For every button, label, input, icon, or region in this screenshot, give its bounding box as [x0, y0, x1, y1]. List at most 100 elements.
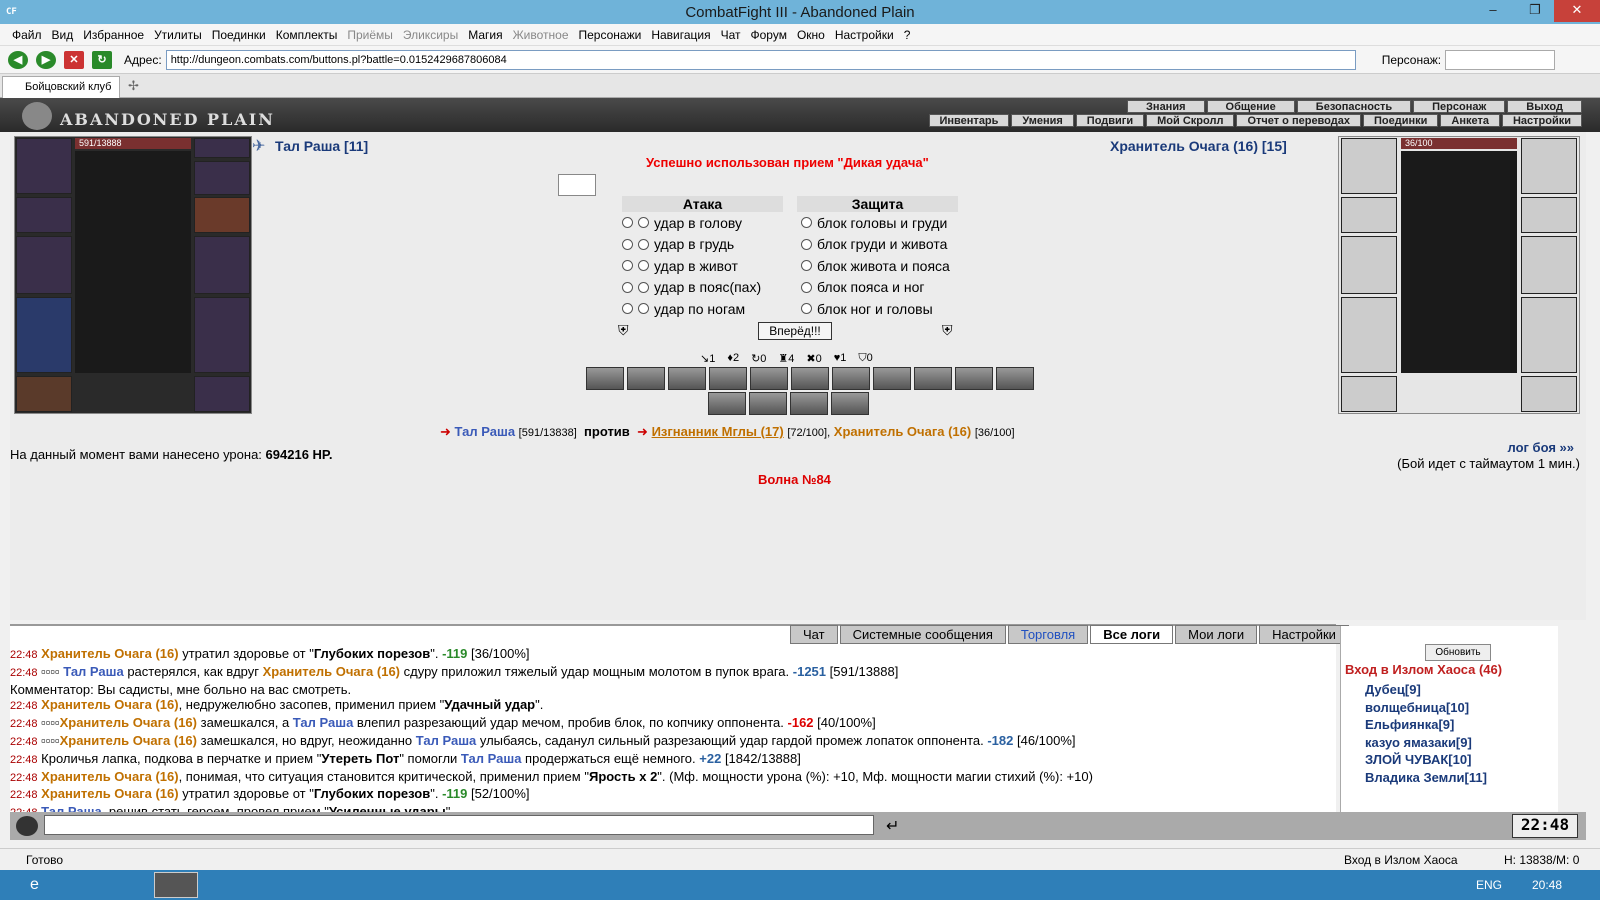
helmet-slot[interactable] — [16, 138, 72, 194]
menu-item[interactable]: Магия — [468, 28, 502, 42]
room-player[interactable]: казуо ямазаки[9] — [1365, 735, 1472, 750]
refresh-icon[interactable]: ↻ — [92, 50, 112, 69]
gloves-slot[interactable] — [194, 197, 250, 233]
trick-icon[interactable] — [791, 367, 829, 390]
menu-item[interactable]: Вид — [52, 28, 74, 42]
menu-item[interactable]: Приёмы — [347, 28, 393, 42]
armor-slot[interactable] — [16, 297, 72, 373]
close-button[interactable]: ✕ — [1554, 0, 1600, 22]
menu-item[interactable]: Настройки — [835, 28, 894, 42]
attack-radio[interactable] — [622, 281, 633, 293]
minimize-button[interactable]: – — [1478, 0, 1508, 22]
bottom-link[interactable]: Поединки — [1362, 114, 1439, 127]
attack-radio[interactable] — [638, 281, 649, 293]
menu-item[interactable]: Избранное — [83, 28, 144, 42]
chat-tab[interactable]: Чат — [790, 625, 838, 644]
trick-icon[interactable] — [708, 392, 746, 415]
bracer-slot[interactable] — [16, 197, 72, 233]
trick-icon[interactable] — [668, 367, 706, 390]
chat-tab[interactable]: Все логи — [1090, 625, 1174, 644]
block-radio[interactable] — [801, 260, 812, 272]
new-tab-icon[interactable]: ✢ — [128, 78, 139, 94]
top-link[interactable]: Выход — [1507, 100, 1582, 113]
shield-slot[interactable] — [194, 236, 250, 294]
menu-item[interactable]: Животное — [513, 28, 569, 42]
menu-item[interactable]: Навигация — [651, 28, 710, 42]
stop-icon[interactable]: ✕ — [64, 50, 84, 69]
attack-radio[interactable] — [622, 217, 633, 229]
menu-item[interactable]: Эликсиры — [403, 28, 458, 42]
trick-icon[interactable] — [832, 367, 870, 390]
tab-fightclub[interactable]: Бойцовский клуб — [2, 76, 120, 98]
bottom-link[interactable]: Подвиги — [1075, 114, 1145, 127]
attack-radio[interactable] — [638, 238, 649, 250]
lang-indicator[interactable]: ENG — [1476, 878, 1502, 892]
chat-tab[interactable]: Системные сообщения — [839, 625, 1006, 644]
bottom-link[interactable]: Отчет о переводах — [1236, 114, 1361, 127]
block-radio[interactable] — [801, 281, 812, 293]
top-link[interactable]: Знания — [1127, 100, 1205, 113]
send-icon[interactable]: ↵ — [886, 816, 899, 836]
block-radio[interactable] — [801, 238, 812, 250]
top-link[interactable]: Персонаж — [1413, 100, 1506, 113]
player-name[interactable]: Тал Раша [11] — [275, 138, 368, 154]
chat-tab[interactable]: Торговля — [1007, 625, 1089, 644]
trick-icon[interactable] — [749, 392, 787, 415]
chat-input[interactable] — [44, 815, 874, 835]
cf-taskbar-icon[interactable] — [154, 872, 198, 898]
refresh-button[interactable]: Обновить — [1425, 644, 1491, 661]
room-player[interactable]: Дубец[9] — [1365, 682, 1421, 697]
ring-slot[interactable] — [194, 161, 250, 195]
trick-icon[interactable] — [709, 367, 747, 390]
trick-icon[interactable] — [955, 367, 993, 390]
trick-icon[interactable] — [873, 367, 911, 390]
go-button[interactable]: Вперёд!!! — [758, 322, 832, 340]
menu-item[interactable]: Комплекты — [276, 28, 338, 42]
bottom-link[interactable]: Мой Скролл — [1146, 114, 1235, 127]
room-player[interactable]: Владика Земли[11] — [1365, 770, 1487, 785]
back-icon[interactable]: ◀ — [8, 50, 28, 69]
leggings-slot[interactable] — [194, 297, 250, 373]
battle-log-link[interactable]: лог боя »» — [1507, 440, 1574, 455]
ie-icon[interactable]: e — [30, 876, 39, 894]
vs-player[interactable]: Тал Раша — [455, 424, 516, 439]
room-player[interactable]: ЗЛОЙ ЧУВАК[10] — [1365, 752, 1471, 767]
menu-item[interactable]: ? — [904, 28, 911, 42]
trick-icon[interactable] — [996, 367, 1034, 390]
top-link[interactable]: Безопасность — [1296, 100, 1412, 113]
menu-item[interactable]: Персонажи — [579, 28, 642, 42]
attack-radio[interactable] — [638, 217, 649, 229]
menu-item[interactable]: Форум — [751, 28, 787, 42]
chat-mode-icon[interactable] — [16, 816, 38, 836]
menu-item[interactable]: Чат — [721, 28, 741, 42]
chat-tab[interactable]: Мои логи — [1175, 625, 1258, 644]
trick-icon[interactable] — [750, 367, 788, 390]
belt-slot[interactable] — [16, 376, 72, 412]
block-radio[interactable] — [801, 303, 812, 315]
menu-item[interactable]: Поединки — [212, 28, 266, 42]
forward-icon[interactable]: ▶ — [36, 50, 56, 69]
maximize-button[interactable]: ❐ — [1520, 0, 1550, 22]
trick-icon[interactable] — [586, 367, 624, 390]
room-player[interactable]: Ельфиянка[9] — [1365, 717, 1454, 732]
attack-radio[interactable] — [622, 260, 633, 272]
attack-radio[interactable] — [638, 303, 649, 315]
menu-item[interactable]: Утилиты — [154, 28, 202, 42]
enemy-name[interactable]: Хранитель Очага (16) [15] — [1110, 138, 1287, 154]
trick-icon[interactable] — [831, 392, 869, 415]
boots-slot[interactable] — [194, 376, 250, 412]
block-radio[interactable] — [801, 217, 812, 229]
attack-radio[interactable] — [622, 303, 633, 315]
menu-item[interactable]: Файл — [12, 28, 42, 42]
address-input[interactable]: http://dungeon.combats.com/buttons.pl?ba… — [165, 49, 1356, 70]
attack-radio[interactable] — [638, 260, 649, 272]
bottom-link[interactable]: Инвентарь — [928, 114, 1010, 127]
bottom-link[interactable]: Настройки — [1501, 114, 1582, 127]
amulet-slot[interactable] — [194, 138, 250, 158]
bottom-link[interactable]: Умения — [1011, 114, 1074, 127]
trick-icon[interactable] — [790, 392, 828, 415]
chat-tab[interactable]: Настройки — [1259, 625, 1349, 644]
vs-enemy2[interactable]: Хранитель Очага (16) — [834, 424, 971, 439]
menu-item[interactable]: Окно — [797, 28, 825, 42]
attack-radio[interactable] — [622, 238, 633, 250]
